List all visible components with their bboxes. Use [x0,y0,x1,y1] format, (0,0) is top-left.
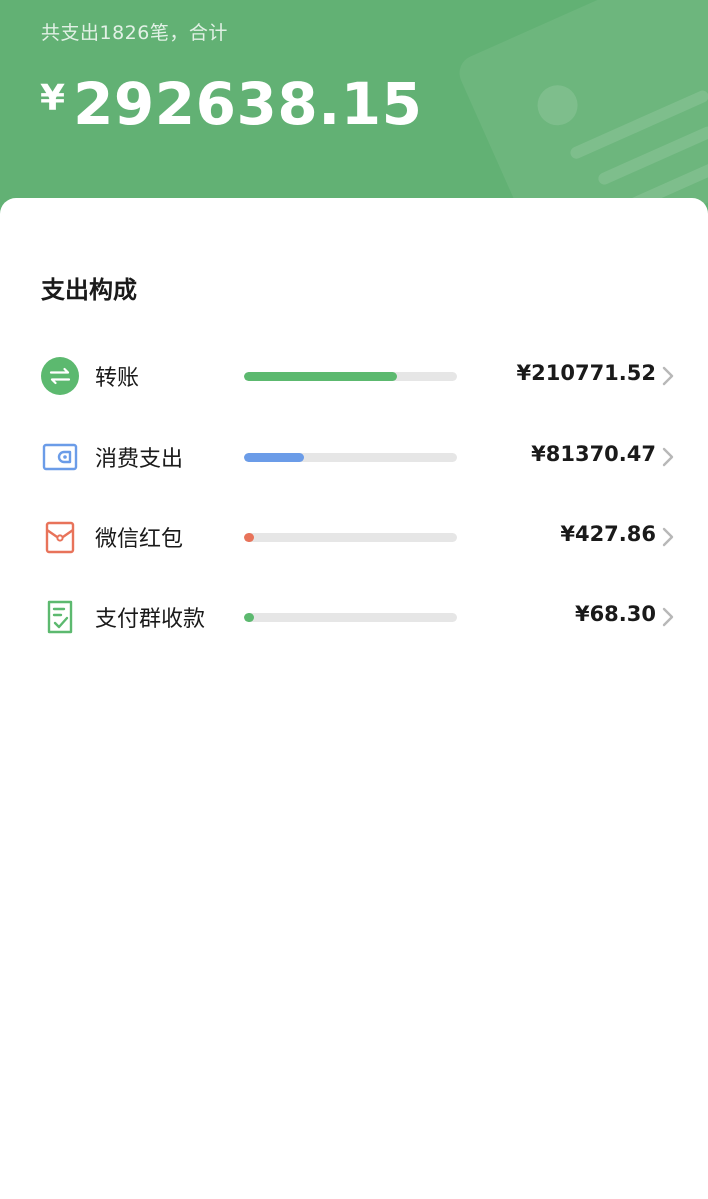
category-row-red-packet[interactable]: 微信红包 ¥427.86 [0,507,708,567]
currency-symbol: ¥ [40,78,66,119]
category-label: 支付群收款 [95,607,206,632]
share-bar [244,453,457,462]
transfer-icon [40,356,80,396]
section-title: 支出构成 [41,276,137,304]
share-bar-fill [244,613,254,622]
share-bar [244,613,457,622]
share-bar-fill [244,453,304,462]
category-amount: ¥81370.47 [531,442,656,466]
category-amount: ¥210771.52 [516,361,656,385]
chevron-right-icon [662,447,674,467]
share-bar [244,372,457,381]
category-amount: ¥427.86 [560,522,656,546]
category-label: 微信红包 [95,527,184,552]
category-label: 转账 [95,366,140,391]
category-row-group-collect[interactable]: 支付群收款 ¥68.30 [0,587,708,647]
chevron-right-icon [662,607,674,627]
chevron-right-icon [662,527,674,547]
chevron-right-icon [662,366,674,386]
category-row-consumption[interactable]: 消费支出 ¥81370.47 [0,427,708,487]
total-amount: ¥ 292638.15 [40,70,422,138]
share-bar [244,533,457,542]
category-label: 消费支出 [95,447,184,472]
red-packet-icon [40,517,80,557]
group-collect-icon [40,597,80,637]
total-amount-value: 292638.15 [73,70,423,138]
summary-count-text: 共支出1826笔，合计 [41,22,228,44]
category-row-transfer[interactable]: 转账 ¥210771.52 [0,346,708,406]
share-bar-fill [244,533,254,542]
expense-composition-card: 支出构成 转账 ¥210771.52 消费支出 ¥81370.47 微信红包 ¥… [0,198,708,1199]
category-amount: ¥68.30 [574,602,656,626]
share-bar-fill [244,372,397,381]
wallet-icon [40,437,80,477]
